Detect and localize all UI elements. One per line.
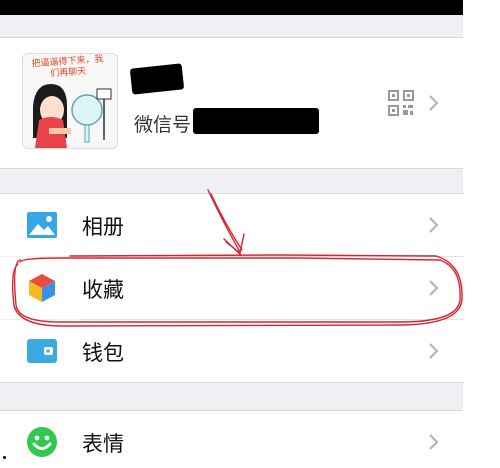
wallet-icon xyxy=(27,339,57,363)
profile-card[interactable]: 把逼逼得下来，我们再聊天 微信号 xyxy=(0,38,463,168)
menu-item-label: 表情 xyxy=(82,432,124,456)
wechat-id-redacted xyxy=(193,108,319,134)
menu-item-favorites[interactable]: 收藏 xyxy=(0,257,463,319)
wechat-me-screen: 把逼逼得下来，我们再聊天 微信号 相册 收藏 钱包 表情 xyxy=(0,0,463,468)
chevron-right-icon xyxy=(429,217,439,233)
divider xyxy=(0,168,463,169)
cursor-dot xyxy=(3,456,6,459)
stickers-smiley-icon xyxy=(27,427,57,457)
favorites-cube-icon xyxy=(29,274,55,302)
divider xyxy=(0,382,463,383)
menu-item-album[interactable]: 相册 xyxy=(0,194,463,256)
profile-name-redacted xyxy=(129,63,185,95)
menu-item-wallet[interactable]: 钱包 xyxy=(0,320,463,382)
chevron-right-icon xyxy=(429,434,439,450)
menu-item-label: 收藏 xyxy=(82,278,124,302)
menu-item-label: 相册 xyxy=(82,215,124,239)
chevron-right-icon xyxy=(429,95,439,111)
status-bar xyxy=(0,0,463,15)
chevron-right-icon xyxy=(429,280,439,296)
menu-item-label: 钱包 xyxy=(82,341,124,365)
avatar[interactable]: 把逼逼得下来，我们再聊天 xyxy=(22,53,118,149)
qr-code-icon[interactable] xyxy=(388,90,414,116)
menu-item-stickers[interactable]: 表情 xyxy=(0,411,463,468)
chevron-right-icon xyxy=(429,343,439,359)
wechat-id-label: 微信号 xyxy=(134,114,192,136)
album-icon xyxy=(27,212,57,238)
